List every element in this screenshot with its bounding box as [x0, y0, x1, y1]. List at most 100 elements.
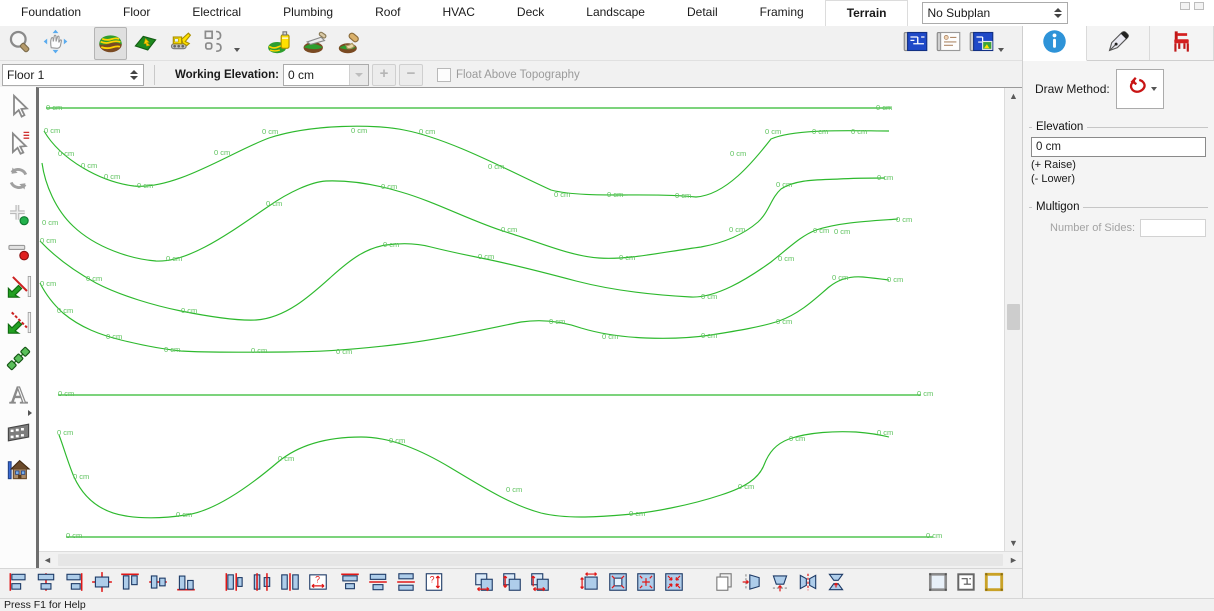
terrain-flatten-button[interactable] [299, 27, 332, 60]
menu-tab-detail[interactable]: Detail [666, 0, 739, 25]
terrain-contour-line[interactable] [40, 219, 898, 320]
space-evenly-left-button[interactable] [222, 572, 246, 596]
align-left-button[interactable] [6, 572, 30, 596]
layout-box-button[interactable] [954, 572, 978, 596]
terrain-sprayer-button[interactable] [264, 27, 297, 60]
options-tab-pen[interactable] [1087, 26, 1151, 60]
terrain-path-edit-tool-button[interactable] [2, 306, 34, 342]
menu-tab-foundation[interactable]: Foundation [0, 0, 102, 25]
contract-object-button[interactable] [662, 572, 686, 596]
horizontal-scrollbar-thumb[interactable] [58, 554, 1003, 566]
terrain-contour-line[interactable] [42, 163, 885, 261]
reflect-horizontal-button[interactable] [796, 572, 820, 596]
window-control-icon[interactable] [1194, 2, 1204, 10]
picture-plan-button[interactable] [965, 27, 998, 60]
menu-tab-deck[interactable]: Deck [496, 0, 565, 25]
vertical-scrollbar[interactable]: ▲ ▼ [1004, 88, 1022, 551]
zoom-tool-button[interactable] [4, 27, 37, 60]
terrain-plan-canvas[interactable]: 0 cm0 cm0 cm0 cm0 cm0 cm0 cm0 cm0 cm0 cm… [39, 88, 1004, 551]
horizontal-scrollbar[interactable]: ◄ ► [39, 551, 1022, 568]
scroll-left-icon[interactable]: ◄ [39, 552, 56, 568]
working-elevation-input[interactable]: 0 cm [283, 64, 369, 86]
plain-frame-button[interactable] [926, 572, 950, 596]
match-size-button[interactable] [528, 572, 552, 596]
copy-in-place-button[interactable] [712, 572, 736, 596]
excavator-button[interactable] [164, 27, 197, 60]
raise-elevation-button[interactable]: + [372, 64, 396, 86]
align-right-button[interactable] [62, 572, 86, 596]
menu-tab-plumbing[interactable]: Plumbing [262, 0, 354, 25]
resize-to-fit-button[interactable] [578, 572, 602, 596]
align-bottom-button[interactable] [174, 572, 198, 596]
elevation-input[interactable]: 0 cm [1031, 137, 1206, 157]
menu-tab-hvac[interactable]: HVAC [421, 0, 495, 25]
menu-tab-framing[interactable]: Framing [739, 0, 825, 25]
draw-method-dropdown[interactable] [1116, 69, 1164, 109]
menu-tab-landscape[interactable]: Landscape [565, 0, 666, 25]
center-object-button[interactable] [606, 572, 630, 596]
menu-tab-roof[interactable]: Roof [354, 0, 421, 25]
dropdown-arrow-icon[interactable] [349, 65, 368, 85]
align-center-all-button[interactable] [90, 572, 114, 596]
skew-vertical-button[interactable] [768, 572, 792, 596]
terrain-contour-line[interactable] [59, 432, 889, 518]
terrain-contour-line[interactable] [40, 277, 889, 352]
floor-selector[interactable]: Floor 1 [2, 64, 144, 86]
menu-tab-terrain[interactable]: Terrain [825, 0, 909, 26]
terrain-path-tool-button[interactable] [2, 270, 34, 306]
expand-object-button[interactable] [634, 572, 658, 596]
match-height-button[interactable] [500, 572, 524, 596]
space-exact-vertical-button[interactable]: ? [422, 572, 446, 596]
terrain-contour-line[interactable] [44, 126, 889, 197]
rotate-plan-view-button[interactable] [2, 162, 34, 198]
rich-text-button[interactable]: A [2, 378, 34, 414]
add-terrain-point-button[interactable] [2, 198, 34, 234]
skew-horizontal-button[interactable] [740, 572, 764, 596]
stack-center-button[interactable] [366, 572, 390, 596]
stack-gap-button[interactable] [394, 572, 418, 596]
number-of-sides-input[interactable] [1140, 219, 1206, 237]
scroll-up-icon[interactable]: ▲ [1005, 88, 1022, 104]
space-evenly-center-button[interactable] [250, 572, 274, 596]
align-center-horizontal-button[interactable] [146, 572, 170, 596]
walkthrough-path-button[interactable] [2, 416, 34, 452]
terrain-shapes-button[interactable] [199, 27, 232, 60]
terrain-perimeter-button[interactable] [94, 27, 127, 60]
flyout-arrow-icon[interactable] [998, 48, 1004, 52]
gold-frame-button[interactable] [982, 572, 1006, 596]
pan-tool-icon [42, 28, 69, 58]
window-control-icon[interactable] [1180, 2, 1190, 10]
subplan-selector[interactable]: No Subplan [922, 2, 1068, 24]
match-width-button[interactable] [472, 572, 496, 596]
space-exact-horizontal-button[interactable]: ? [306, 572, 330, 596]
options-tab-library[interactable] [1150, 26, 1214, 60]
spinner-icon[interactable] [1053, 8, 1063, 18]
menu-tab-electrical[interactable]: Electrical [171, 0, 262, 25]
camera-view-button[interactable] [2, 452, 34, 488]
contour-elevation-label: 0 cm [262, 127, 278, 136]
align-top-button[interactable] [118, 572, 142, 596]
select-objects-button[interactable] [2, 90, 34, 126]
menu-tab-floor[interactable]: Floor [102, 0, 171, 25]
select-next-object-button[interactable] [2, 126, 34, 162]
stack-top-button[interactable] [338, 572, 362, 596]
float-above-topography-checkbox[interactable] [437, 68, 451, 82]
flyout-arrow-icon[interactable] [234, 48, 240, 52]
terrain-brush-button[interactable] [334, 27, 367, 60]
scroll-down-icon[interactable]: ▼ [1005, 535, 1022, 551]
lower-elevation-button[interactable]: − [399, 64, 423, 86]
align-center-vertical-button[interactable] [34, 572, 58, 596]
pan-tool-button[interactable] [39, 27, 72, 60]
spinner-icon[interactable] [129, 70, 139, 80]
options-tab-info[interactable] [1023, 26, 1087, 61]
elevation-group-header: Elevation [1029, 121, 1208, 133]
remove-terrain-point-button[interactable] [2, 234, 34, 270]
blueprint-plan-button[interactable] [899, 27, 932, 60]
reflect-vertical-button[interactable] [824, 572, 848, 596]
terrain-ramp-button[interactable] [129, 27, 162, 60]
scroll-right-icon[interactable]: ► [1005, 552, 1022, 568]
cad-detail-button[interactable] [932, 27, 965, 60]
vertical-scrollbar-thumb[interactable] [1007, 304, 1020, 330]
sprinkler-line-button[interactable] [2, 342, 34, 378]
space-evenly-gap-button[interactable] [278, 572, 302, 596]
